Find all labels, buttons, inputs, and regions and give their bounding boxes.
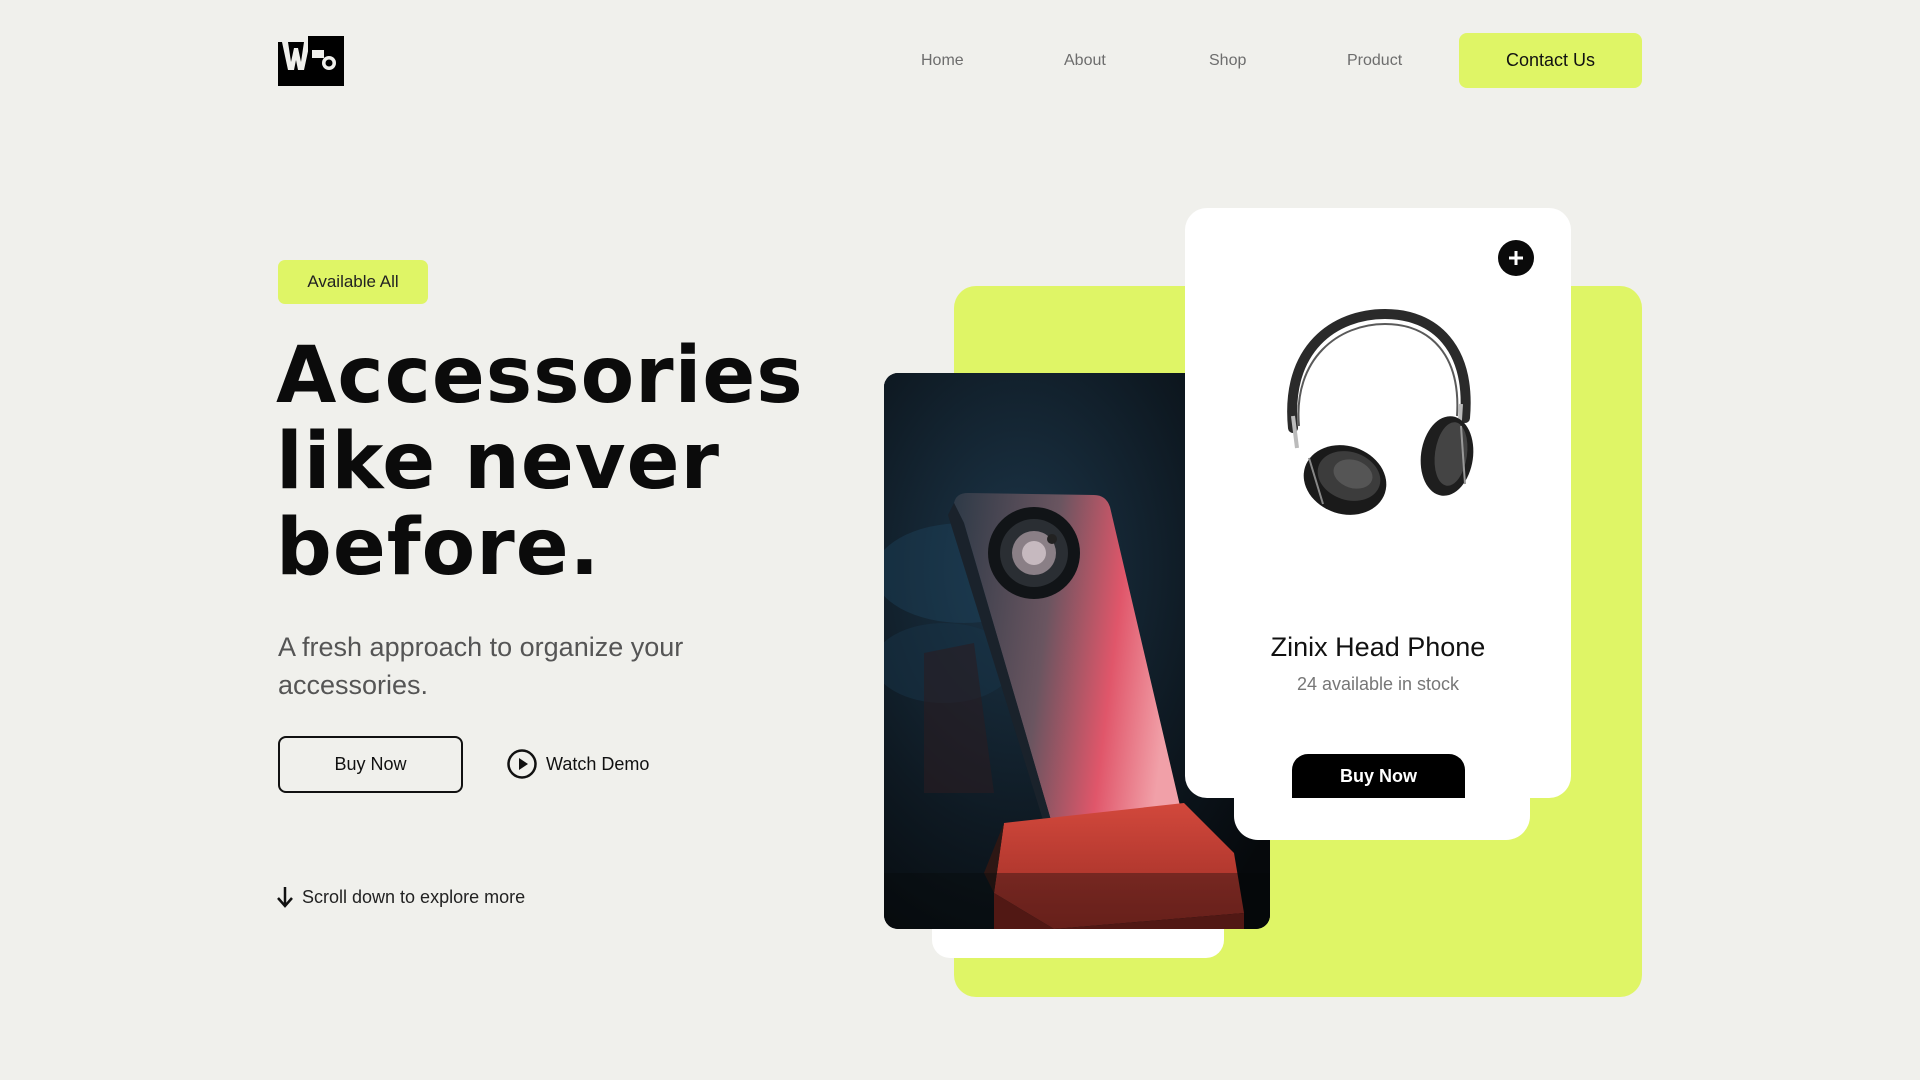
hero-subtext: A fresh approach to organize your access… bbox=[278, 632, 684, 700]
nav-product[interactable]: Product bbox=[1347, 52, 1402, 70]
nav-about[interactable]: About bbox=[1064, 52, 1106, 70]
brand-logo[interactable] bbox=[278, 36, 344, 86]
nav-shop[interactable]: Shop bbox=[1209, 52, 1246, 70]
nav-home[interactable]: Home bbox=[921, 52, 964, 70]
play-circle-icon bbox=[507, 749, 537, 779]
product-buy-now-button[interactable]: Buy Now bbox=[1292, 754, 1465, 798]
product-name: Zinix Head Phone bbox=[1270, 632, 1486, 662]
headline-line-3: before. bbox=[276, 503, 601, 593]
plus-icon bbox=[1509, 251, 1523, 265]
contact-us-button[interactable]: Contact Us bbox=[1459, 33, 1642, 88]
add-to-cart-button[interactable] bbox=[1498, 240, 1534, 276]
arrow-down-icon bbox=[277, 887, 293, 908]
scroll-hint-label: Scroll down to explore more bbox=[302, 886, 526, 907]
availability-badge: Available All bbox=[278, 260, 428, 304]
watch-demo-button[interactable]: Watch Demo bbox=[506, 748, 649, 780]
stock-status: 24 available in stock bbox=[1296, 674, 1460, 694]
watch-demo-label: Watch Demo bbox=[546, 753, 650, 774]
headline-line-1: Accessories bbox=[276, 331, 804, 421]
product-card: Zinix Head Phone 24 available in stock B… bbox=[1185, 208, 1571, 798]
hero-headline: Accessories like never before. bbox=[276, 333, 876, 591]
headphones-image bbox=[1287, 308, 1474, 515]
buy-now-button[interactable]: Buy Now bbox=[278, 736, 463, 793]
headline-line-2: like never bbox=[276, 417, 720, 507]
scroll-hint[interactable]: Scroll down to explore more bbox=[276, 886, 525, 908]
